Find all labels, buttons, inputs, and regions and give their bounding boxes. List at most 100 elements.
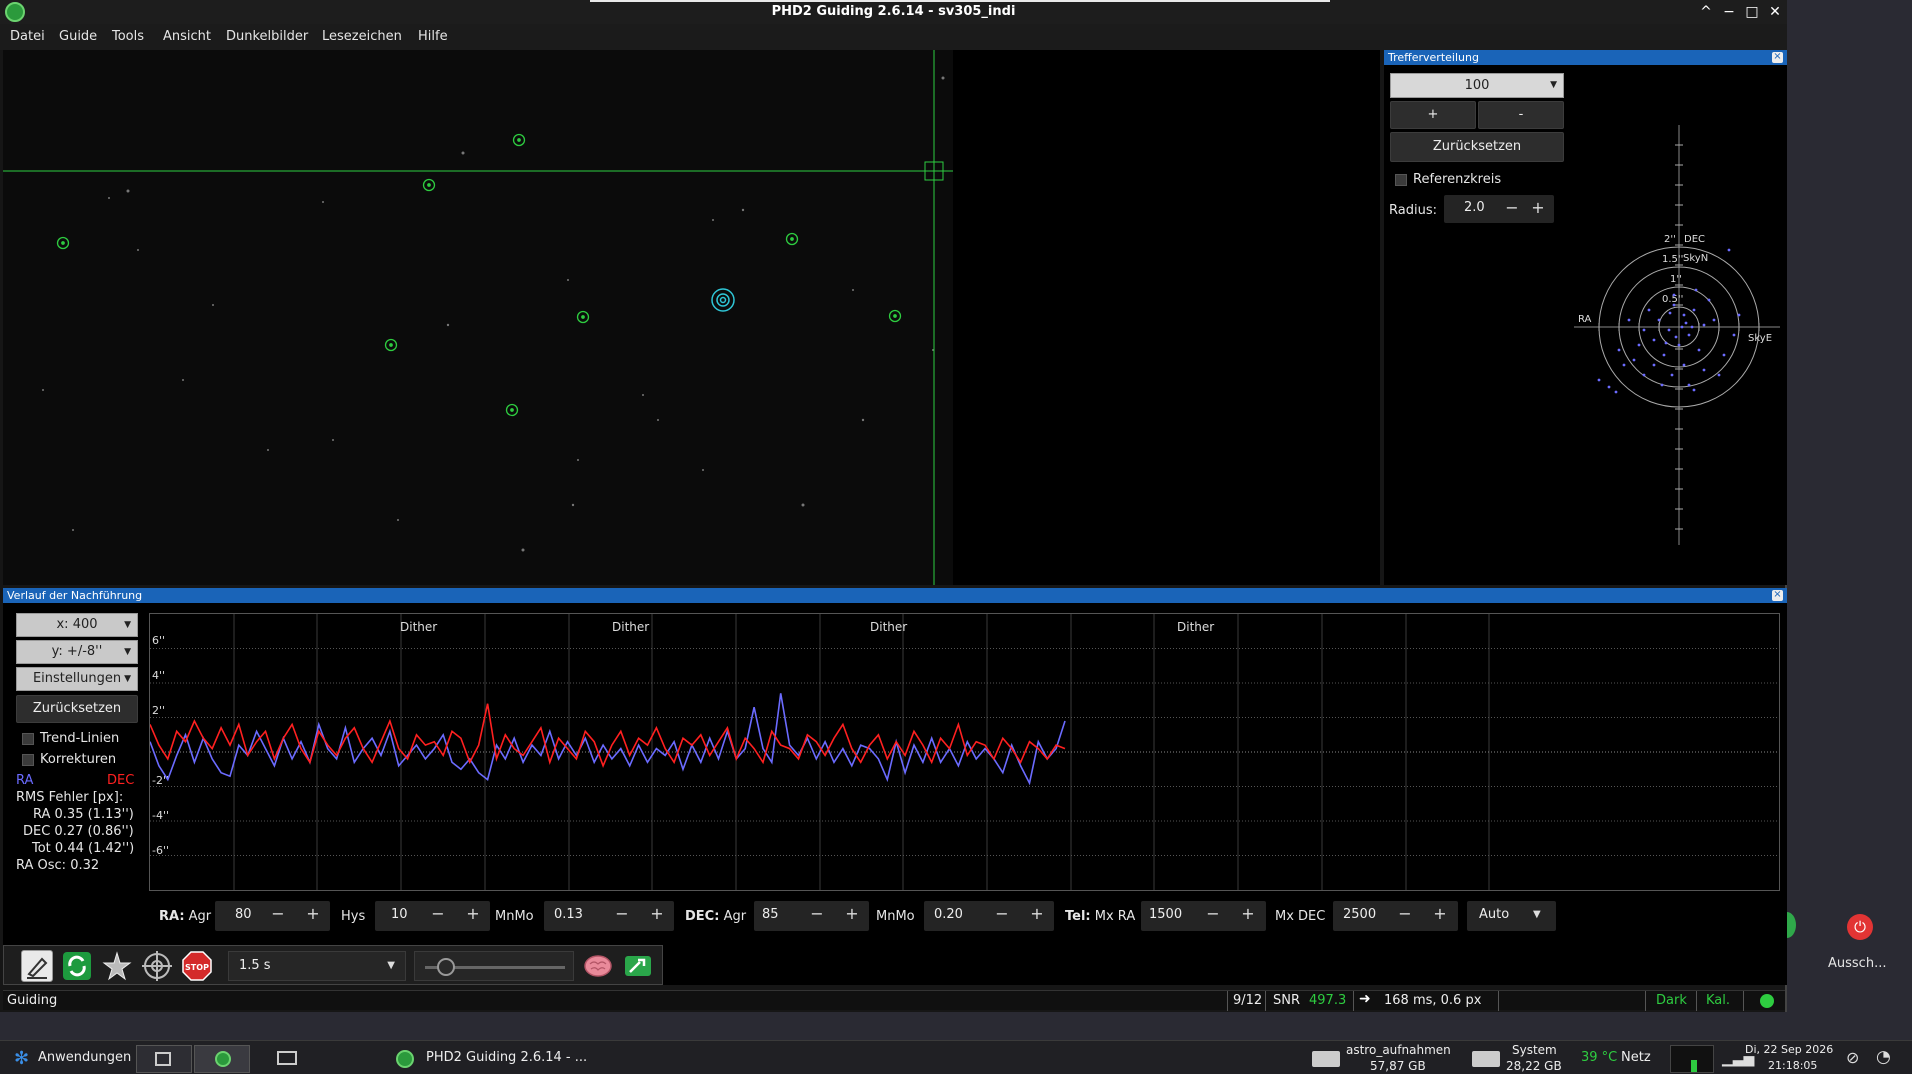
drive2-icon[interactable]: [1472, 1051, 1500, 1067]
dec-mnmo-value[interactable]: 0.20: [934, 907, 963, 922]
mxra-plus-button[interactable]: +: [1238, 904, 1258, 923]
guide-graph-svg[interactable]: 6'' 4'' 2'' -2'' -4'' -6'' Dither Dither…: [149, 614, 1779, 890]
status-divider-2: [1265, 991, 1266, 1011]
guide-crosshair-icon[interactable]: [141, 950, 173, 982]
menu-datei[interactable]: Datei: [10, 29, 45, 44]
menu-tools[interactable]: Tools: [112, 29, 144, 44]
title-highlight: [590, 0, 1330, 2]
mxra-stepper[interactable]: 1500 − +: [1141, 901, 1266, 931]
menu-ansicht[interactable]: Ansicht: [163, 29, 211, 44]
ra-mnmo-value[interactable]: 0.13: [554, 907, 583, 922]
star-field[interactable]: [3, 50, 953, 585]
drive1-icon[interactable]: [1312, 1051, 1340, 1067]
trend-lines-checkbox[interactable]: [22, 733, 34, 745]
menu-dunkelbilder[interactable]: Dunkelbilder: [226, 29, 308, 44]
ra-agr-minus-button[interactable]: −: [268, 904, 288, 923]
cpu-graph-bar: [1691, 1060, 1697, 1072]
history-close-icon[interactable]: ×: [1772, 590, 1783, 601]
title-bar[interactable]: PHD2 Guiding 2.6.14 - sv305_indi ^ − □ ✕: [0, 0, 1787, 24]
dec-agr-value[interactable]: 85: [762, 907, 779, 922]
camera-view[interactable]: [3, 50, 953, 585]
phd2-quicklaunch-icon[interactable]: [194, 1045, 250, 1073]
notifications-muted-icon[interactable]: ⊘: [1846, 1048, 1859, 1067]
window-preview-icon: [155, 1052, 171, 1066]
hys-plus-button[interactable]: +: [463, 904, 483, 923]
gamma-slider-handle[interactable]: [437, 958, 455, 976]
mxdec-stepper[interactable]: 2500 − +: [1333, 901, 1458, 931]
wifi-icon[interactable]: ◔: [1876, 1047, 1891, 1067]
desktop-switch-icon[interactable]: [136, 1045, 192, 1073]
task-phd2[interactable]: PHD2 Guiding 2.6.14 - ...: [384, 1044, 594, 1074]
dec-mode-select[interactable]: Auto ▼: [1467, 901, 1556, 931]
maximize-button[interactable]: □: [1743, 3, 1761, 21]
mxra-minus-button[interactable]: −: [1203, 904, 1223, 923]
brain-settings-icon[interactable]: [582, 950, 614, 982]
ra-legend: RA: [16, 773, 34, 788]
taskbar-date: Di, 22 Sep 2026: [1745, 1043, 1834, 1056]
ra-mnmo-stepper[interactable]: 0.13 − +: [544, 901, 674, 931]
cpu-graph[interactable]: [1670, 1045, 1714, 1073]
dec-mnmo-minus-button[interactable]: −: [992, 904, 1012, 923]
advanced-tools-icon[interactable]: [622, 950, 654, 982]
ra-mnmo-plus-button[interactable]: +: [647, 904, 667, 923]
task-phd2-label: PHD2 Guiding 2.6.14 - ...: [426, 1050, 588, 1065]
auto-select-star-icon[interactable]: [101, 950, 133, 982]
ra-agr-label: Agr: [188, 909, 212, 924]
target-label-r15: 1.5'': [1662, 254, 1683, 265]
guide-graph[interactable]: 6'' 4'' 2'' -2'' -4'' -6'' Dither Dither…: [149, 613, 1780, 891]
shade-button[interactable]: ^: [1697, 3, 1715, 21]
apps-menu-button[interactable]: Anwendungen: [38, 1050, 131, 1065]
status-bar: Guiding 9/12 SNR 497.3 ➜ 168 ms, 0.6 px …: [3, 990, 1785, 1011]
window-title: PHD2 Guiding 2.6.14 - sv305_indi: [771, 4, 1016, 19]
dec-mnmo-plus-button[interactable]: +: [1027, 904, 1047, 923]
dec-param-title: DEC:: [685, 909, 720, 924]
y-scale-select[interactable]: y: +/-8'' ▼: [16, 640, 138, 664]
camera-connect-icon[interactable]: [21, 950, 53, 982]
dec-agr-plus-button[interactable]: +: [842, 904, 862, 923]
mxdec-value[interactable]: 2500: [1343, 907, 1376, 922]
status-divider-5: [1645, 991, 1646, 1011]
history-reset-button[interactable]: Zurücksetzen: [16, 695, 138, 723]
mxra-value[interactable]: 1500: [1149, 907, 1182, 922]
show-desktop-icon[interactable]: [277, 1051, 297, 1065]
mxdec-label: Mx DEC: [1275, 909, 1326, 924]
dec-mnmo-stepper[interactable]: 0.20 − +: [924, 901, 1054, 931]
apps-menu-icon[interactable]: ✻: [14, 1048, 29, 1069]
dec-series-line: [149, 703, 1066, 768]
settings-select[interactable]: Einstellungen ▼: [16, 667, 138, 691]
dither-label-3: Dither: [870, 620, 907, 634]
loop-icon[interactable]: [61, 950, 93, 982]
gamma-slider[interactable]: [414, 951, 574, 981]
stop-label: STOP: [185, 963, 209, 972]
ra-agr-stepper[interactable]: 80 − +: [215, 901, 330, 931]
target-plot: 2'' DEC 1.5'' SkyN 1'' 0.5'' RA SkyE: [1574, 125, 1780, 545]
mxdec-minus-button[interactable]: −: [1395, 904, 1415, 923]
phd2-window: PHD2 Guiding 2.6.14 - sv305_indi ^ − □ ✕…: [0, 0, 1787, 1012]
hys-value[interactable]: 10: [391, 907, 408, 922]
ra-agr-value[interactable]: 80: [235, 907, 252, 922]
x-scale-select[interactable]: x: 400 ▼: [16, 613, 138, 637]
corrections-checkbox[interactable]: [22, 754, 34, 766]
phd2-small-icon: [215, 1051, 231, 1067]
menu-guide[interactable]: Guide: [59, 29, 97, 44]
shutdown-icon[interactable]: ⏻: [1847, 914, 1873, 940]
menu-bar: Datei Guide Tools Ansicht Dunkelbilder L…: [0, 24, 1787, 50]
dec-agr-stepper[interactable]: 85 − +: [754, 901, 869, 931]
main-toolbar: STOP 1.5 s ▼: [3, 945, 663, 985]
target-label-skye: SkyE: [1748, 333, 1772, 344]
ra-mnmo-minus-button[interactable]: −: [612, 904, 632, 923]
minimize-button[interactable]: −: [1720, 3, 1738, 21]
chevron-down-icon: ▼: [1533, 909, 1541, 920]
stop-icon[interactable]: STOP: [181, 950, 213, 982]
menu-lesezeichen[interactable]: Lesezeichen: [322, 29, 402, 44]
target-panel-close-icon[interactable]: ×: [1772, 52, 1783, 63]
exposure-select[interactable]: 1.5 s ▼: [228, 951, 406, 981]
close-button[interactable]: ✕: [1766, 3, 1784, 21]
dec-agr-minus-button[interactable]: −: [807, 904, 827, 923]
hys-stepper[interactable]: 10 − +: [375, 901, 490, 931]
dec-mnmo-label: MnMo: [876, 909, 915, 924]
ra-agr-plus-button[interactable]: +: [303, 904, 323, 923]
hys-minus-button[interactable]: −: [428, 904, 448, 923]
menu-hilfe[interactable]: Hilfe: [418, 29, 448, 44]
mxdec-plus-button[interactable]: +: [1430, 904, 1450, 923]
